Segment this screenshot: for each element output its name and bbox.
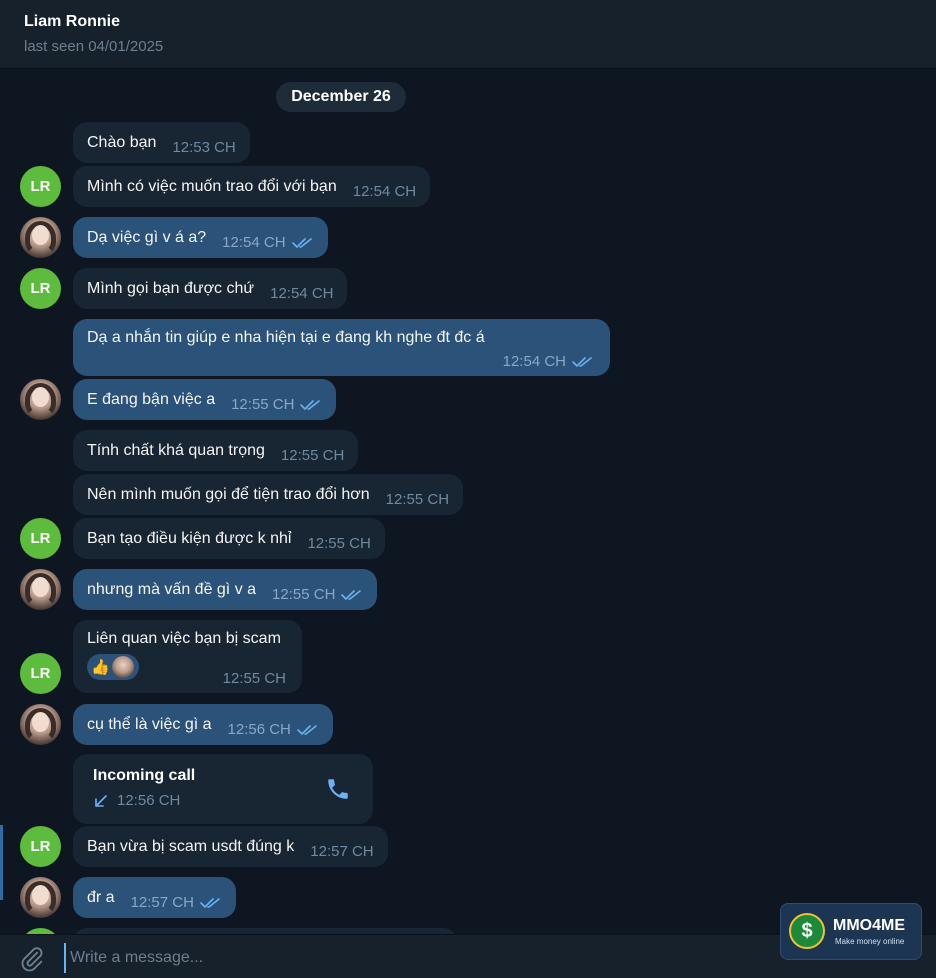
message-text: Tính chất khá quan trọng	[87, 441, 265, 459]
message-text: Bạn tạo điều kiện được k nhỉ	[87, 529, 292, 547]
message-time: 12:55 CH	[385, 491, 450, 508]
message-time: 12:56 CH	[227, 721, 291, 738]
incoming-call-card[interactable]: Incoming call 12:56 CH	[73, 754, 373, 824]
message-text: E đang bận việc a	[87, 390, 216, 408]
message-bubble[interactable]: cụ thể là việc gì a 12:56 CH	[73, 704, 333, 745]
message-bubble[interactable]: Liên quan việc bạn bị scam 👍 12:55 CH	[73, 620, 302, 693]
reaction-chip[interactable]: 👍	[87, 654, 139, 680]
dollar-logo-icon: $	[789, 913, 825, 949]
double-check-icon	[291, 237, 312, 248]
watermark-name: MMO4ME	[833, 917, 905, 934]
attach-icon[interactable]	[18, 945, 46, 973]
message-text: Dạ việc gì v á a?	[87, 228, 207, 246]
message-time: 12:55 CH	[272, 586, 336, 603]
avatar-photo-face	[32, 387, 49, 407]
double-check-icon	[300, 399, 321, 410]
message-time: 12:55 CH	[307, 535, 371, 552]
message-time: 12:54 CH	[270, 285, 334, 302]
contact-avatar[interactable]: LR	[20, 166, 61, 207]
chat-header[interactable]: Liam Ronnie last seen 04/01/2025	[0, 0, 936, 69]
message-text: Nên mình muốn gọi để tiện trao đổi hơn	[87, 485, 370, 503]
message-text: Mình có việc muốn trao đổi với bạn	[87, 177, 337, 195]
user-avatar[interactable]	[20, 217, 61, 258]
thumbs-up-icon: 👍	[91, 658, 110, 676]
message-bubble[interactable]: Bạn vừa bị scam usdt đúng k 12:57 CH	[73, 826, 388, 867]
message-time: 12:53 CH	[172, 139, 236, 156]
message-time: 12:55 CH	[222, 670, 286, 687]
message-time: 12:55 CH	[231, 396, 295, 413]
message-time: 12:57 CH	[310, 843, 374, 860]
contact-avatar[interactable]: LR	[20, 653, 61, 694]
watermark-tagline: Make money online	[835, 937, 905, 946]
incoming-arrow-icon	[95, 794, 107, 807]
message-time: 12:57 CH	[130, 894, 194, 911]
user-avatar[interactable]	[20, 877, 61, 918]
avatar-photo-face	[32, 225, 49, 245]
message-input[interactable]	[64, 943, 672, 973]
contact-avatar[interactable]: LR	[20, 826, 61, 867]
message-text: cụ thể là việc gì a	[87, 715, 212, 733]
call-title: Incoming call	[93, 767, 196, 784]
double-check-icon	[297, 724, 317, 735]
call-time: 12:56 CH	[117, 792, 181, 809]
avatar-photo-face	[32, 885, 49, 905]
last-seen-status: last seen 04/01/2025	[24, 38, 164, 55]
contact-avatar[interactable]: LR	[20, 268, 61, 309]
message-text: Liên quan việc bạn bị scam	[87, 630, 281, 647]
contact-name[interactable]: Liam Ronnie	[24, 13, 120, 31]
mmo4me-watermark: $ MMO4ME Make money online	[780, 903, 922, 960]
message-bubble[interactable]: E đang bận việc a 12:55 CH	[73, 379, 337, 420]
double-check-icon	[200, 897, 220, 908]
message-bubble[interactable]: Mình gọi bạn được chứ 12:54 CH	[73, 268, 348, 309]
avatar-photo-face	[32, 577, 49, 597]
reactor-avatar	[111, 656, 134, 678]
message-time: 12:54 CH	[502, 353, 566, 370]
message-text: Chào bạn	[87, 133, 157, 151]
message-bubble[interactable]: Mình có việc muốn trao đổi với bạn 12:54…	[73, 166, 431, 207]
date-separator: December 26	[276, 82, 406, 112]
message-bubble[interactable]: đr a 12:57 CH	[73, 877, 236, 918]
user-avatar[interactable]	[20, 379, 61, 420]
message-time: 12:54 CH	[222, 234, 286, 251]
avatar-photo-face	[32, 712, 49, 732]
message-bubble[interactable]: Nên mình muốn gọi để tiện trao đổi hơn 1…	[73, 474, 464, 515]
user-avatar[interactable]	[20, 704, 61, 745]
double-check-icon	[572, 356, 592, 367]
message-list[interactable]: December 26 Chào bạn 12:53 CH LR Mình có…	[0, 69, 936, 934]
message-bubble[interactable]: Dạ việc gì v á a? 12:54 CH	[73, 217, 328, 258]
message-time: 12:54 CH	[352, 183, 417, 200]
message-text: Dạ a nhắn tin giúp e nha hiện tại e đang…	[87, 329, 485, 346]
message-text: Mình gọi bạn được chứ	[87, 279, 255, 297]
message-bubble[interactable]: nhưng mà vấn đề gì v a 12:55 CH	[73, 569, 378, 610]
message-bubble[interactable]: Chào bạn 12:53 CH	[73, 122, 250, 163]
message-bubble[interactable]: Dạ a nhắn tin giúp e nha hiện tại e đang…	[73, 319, 610, 376]
message-text: nhưng mà vấn đề gì v a	[87, 580, 257, 598]
message-text: Bạn vừa bị scam usdt đúng k	[87, 837, 295, 855]
user-avatar[interactable]	[20, 569, 61, 610]
message-bubble[interactable]: Bạn tạo điều kiện được k nhỉ 12:55 CH	[73, 518, 385, 559]
selection-indicator	[0, 825, 3, 900]
double-check-icon	[341, 589, 362, 600]
phone-icon[interactable]	[325, 776, 351, 802]
contact-avatar[interactable]: LR	[20, 518, 61, 559]
message-text: đr a	[87, 888, 115, 906]
message-bubble[interactable]: Tính chất khá quan trọng 12:55 CH	[73, 430, 359, 471]
message-time: 12:55 CH	[280, 447, 345, 464]
